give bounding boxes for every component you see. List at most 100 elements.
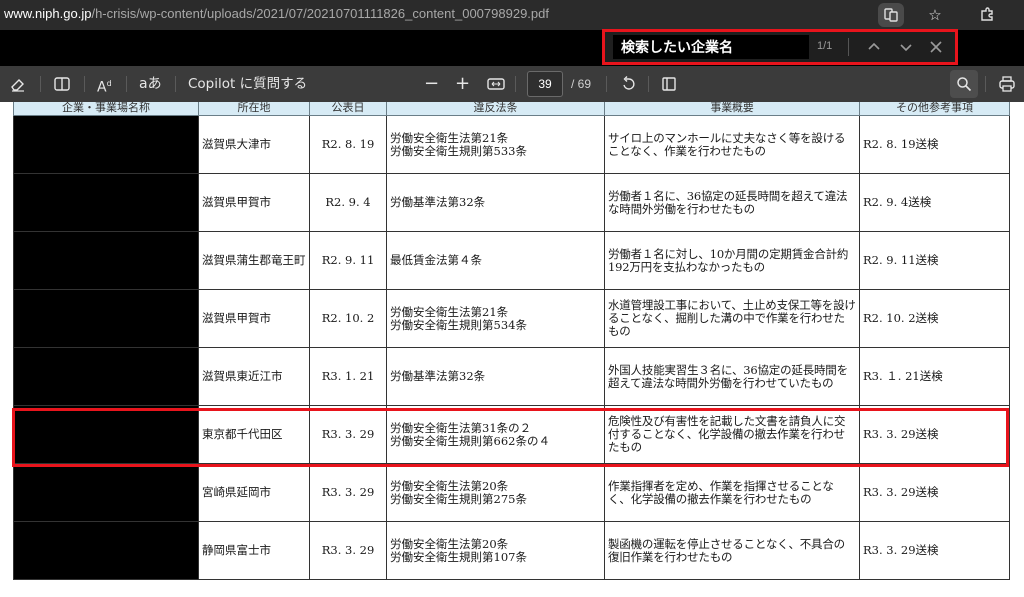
header-summary: 事業概要: [604, 102, 860, 116]
page-view-icon[interactable]: [660, 66, 678, 102]
print-icon[interactable]: [998, 66, 1016, 102]
copilot-ask-button[interactable]: Copilot に質問する: [188, 66, 307, 102]
cell-summary: 労働者１名に対し、10か月間の定期賃金合計約192万円を支払わなかったもの: [604, 231, 860, 290]
redacted-company-name: [13, 231, 199, 290]
table-header-row: 企業・事業場名称 所在地 公表日 違反法条 事業概要 その他参考事項: [13, 102, 1010, 116]
cell-location: 滋賀県大津市: [198, 115, 310, 174]
reading-mode-icon[interactable]: [878, 3, 904, 27]
address-bar[interactable]: www.niph.go.jp/h-crisis/wp-content/uploa…: [0, 0, 1024, 30]
cell-summary: 製函機の運転を停止させることなく、不具合の復旧作業を行わせたもの: [604, 521, 860, 580]
cell-summary: サイロ上のマンホールに丈夫なさく等を設けることなく、作業を行わせたもの: [604, 115, 860, 174]
cell-reference: R3. １. 21送検: [859, 347, 1010, 406]
reader-icon[interactable]: [53, 66, 71, 102]
header-reference: その他参考事項: [859, 102, 1010, 116]
find-separator: [848, 38, 849, 56]
table-row: 滋賀県蒲生郡竜王町 R2. 9. 11 最低賃金法第４条 労働者１名に対し、10…: [13, 231, 1010, 290]
pdf-toolbar: Aⅾ aあ Copilot に質問する − + / 69: [0, 66, 1024, 102]
cell-reference: R2. 10. 2送検: [859, 289, 1010, 348]
cell-date: R2. 9. 11: [309, 231, 387, 290]
toolbar-separator: [515, 76, 516, 92]
cell-reference: R3. 3. 29送検: [859, 405, 1010, 464]
redacted-company-name: [13, 173, 199, 232]
cell-law: 労働安全衛生法第21条 労働安全衛生規則第534条: [386, 289, 605, 348]
url-path: /h-crisis/wp-content/uploads/2021/07/202…: [91, 6, 549, 21]
violations-table: 企業・事業場名称 所在地 公表日 違反法条 事業概要 その他参考事項 滋賀県大津…: [13, 102, 1010, 580]
close-icon[interactable]: [925, 36, 947, 58]
cell-law: 労働基準法第32条: [386, 347, 605, 406]
cell-summary: 水道管埋設工事において、土止め支保工等を設けることなく、掘削した溝の中で作業を行…: [604, 289, 860, 348]
cell-law: 労働安全衛生法第20条 労働安全衛生規則第107条: [386, 521, 605, 580]
table-row: 静岡県富士市 R3. 3. 29 労働安全衛生法第20条 労働安全衛生規則第107…: [13, 521, 1010, 580]
table-row: 滋賀県甲賀市 R2. 10. 2 労働安全衛生法第21条 労働安全衛生規則第534…: [13, 289, 1010, 348]
read-aloud-icon[interactable]: Aⅾ: [97, 66, 112, 102]
toolbar-separator: [84, 76, 85, 92]
table-row: 宮崎県延岡市 R3. 3. 29 労働安全衛生法第20条 労働安全衛生規則第275…: [13, 463, 1010, 522]
toolbar-separator: [40, 76, 41, 92]
cell-date: R3. 1. 21: [309, 347, 387, 406]
zoom-in-button[interactable]: +: [455, 66, 470, 102]
cell-location: 滋賀県東近江市: [198, 347, 310, 406]
eraser-icon[interactable]: [9, 66, 27, 102]
fit-page-icon[interactable]: [486, 66, 506, 102]
cell-reference: R3. 3. 29送検: [859, 463, 1010, 522]
cell-location: 滋賀県甲賀市: [198, 289, 310, 348]
zoom-out-button[interactable]: −: [424, 66, 439, 102]
redacted-company-name: [13, 115, 199, 174]
cell-date: R3. 3. 29: [309, 463, 387, 522]
cell-date: R3. 3. 29: [309, 521, 387, 580]
cell-reference: R2. 8. 19送検: [859, 115, 1010, 174]
cell-summary: 危険性及び有害性を記載した文書を請負人に交付することなく、化学設備の撤去作業を行…: [604, 405, 860, 464]
cell-location: 滋賀県蒲生郡竜王町: [198, 231, 310, 290]
find-match-count: 1/1: [817, 40, 833, 52]
chevron-up-icon[interactable]: [863, 36, 885, 58]
redacted-company-name: [13, 521, 199, 580]
cell-date: R2. 10. 2: [309, 289, 387, 348]
table-row: 滋賀県甲賀市 R2. 9. 4 労働基準法第32条 労働者１名に、36協定の延長…: [13, 173, 1010, 232]
cell-date: R2. 8. 19: [309, 115, 387, 174]
table-row: 滋賀県東近江市 R3. 1. 21 労働基準法第32条 外国人技能実習生３名に、…: [13, 347, 1010, 406]
search-icon[interactable]: [950, 70, 978, 98]
cell-location: 宮崎県延岡市: [198, 463, 310, 522]
header-law: 違反法条: [386, 102, 605, 116]
cell-law: 労働基準法第32条: [386, 173, 605, 232]
cell-law: 最低賃金法第４条: [386, 231, 605, 290]
favorite-star-icon[interactable]: ☆: [922, 3, 948, 27]
redacted-company-name: [13, 463, 199, 522]
toolbar-separator: [985, 76, 986, 92]
cell-location: 滋賀県甲賀市: [198, 173, 310, 232]
cell-date: R2. 9. 4: [309, 173, 387, 232]
find-input[interactable]: [613, 35, 809, 59]
cell-summary: 労働者１名に、36協定の延長時間を超えて違法な時間外労働を行わせたもの: [604, 173, 860, 232]
cell-law: 労働安全衛生法第20条 労働安全衛生規則第275条: [386, 463, 605, 522]
extensions-icon[interactable]: [974, 3, 1000, 27]
cell-law: 労働安全衛生法第21条 労働安全衛生規則第533条: [386, 115, 605, 174]
header-date: 公表日: [309, 102, 387, 116]
translate-icon[interactable]: aあ: [139, 66, 162, 102]
cell-date: R3. 3. 29: [309, 405, 387, 464]
redacted-company-name: [13, 347, 199, 406]
chevron-down-icon[interactable]: [895, 36, 917, 58]
redacted-company-name: [13, 405, 199, 464]
page-total: / 69: [571, 77, 592, 91]
table-row: 滋賀県大津市 R2. 8. 19 労働安全衛生法第21条 労働安全衛生規則第533…: [13, 115, 1010, 174]
toolbar-separator: [648, 76, 649, 92]
cell-summary: 外国人技能実習生３名に、36協定の延長時間を超えて違法な時間外労働を行わせていた…: [604, 347, 860, 406]
page-number-input[interactable]: [527, 71, 563, 97]
header-company: 企業・事業場名称: [13, 102, 199, 116]
cell-law: 労働安全衛生法第31条の２ 労働安全衛生規則第662条の４: [386, 405, 605, 464]
url-text[interactable]: www.niph.go.jp/h-crisis/wp-content/uploa…: [4, 6, 549, 21]
find-bar: 1/1: [602, 29, 958, 65]
cell-location: 東京都千代田区: [198, 405, 310, 464]
cell-reference: R3. 3. 29送検: [859, 521, 1010, 580]
cell-summary: 作業指揮者を定め、作業を指揮させることなく、化学設備の撤去作業を行わせたもの: [604, 463, 860, 522]
redacted-company-name: [13, 289, 199, 348]
rotate-icon[interactable]: [620, 66, 638, 102]
toolbar-separator: [606, 76, 607, 92]
cell-reference: R2. 9. 11送検: [859, 231, 1010, 290]
pdf-page: 企業・事業場名称 所在地 公表日 違反法条 事業概要 その他参考事項 滋賀県大津…: [0, 102, 1024, 597]
toolbar-separator: [126, 76, 127, 92]
cell-location: 静岡県富士市: [198, 521, 310, 580]
header-location: 所在地: [198, 102, 310, 116]
toolbar-separator: [175, 76, 176, 92]
table-row-highlighted: 東京都千代田区 R3. 3. 29 労働安全衛生法第31条の２ 労働安全衛生規則第…: [13, 405, 1010, 464]
